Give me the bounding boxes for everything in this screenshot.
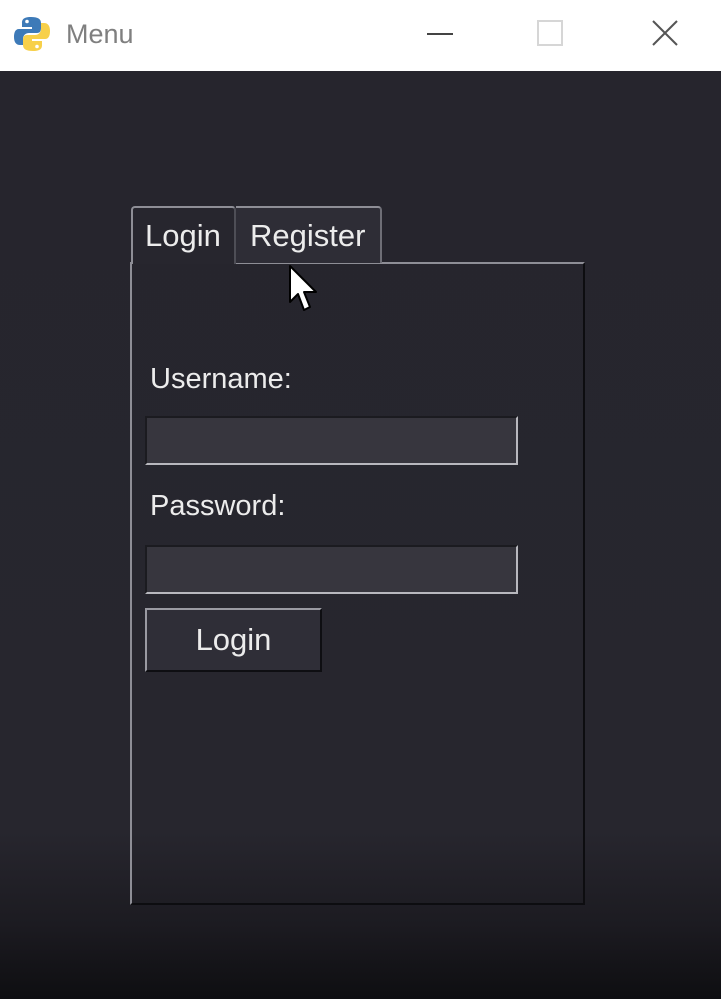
minimize-icon xyxy=(427,33,453,35)
maximize-icon xyxy=(537,20,563,46)
tab-login-label: Login xyxy=(145,218,221,253)
python-logo-icon xyxy=(14,17,50,51)
minimize-button[interactable] xyxy=(385,0,495,71)
window-title: Menu xyxy=(66,19,134,49)
close-icon xyxy=(652,20,678,46)
app-window: Menu Login Register Username: Password: … xyxy=(0,0,721,999)
tab-register-label: Register xyxy=(250,218,366,253)
login-tab-panel xyxy=(130,262,585,905)
maximize-button[interactable] xyxy=(495,0,605,71)
close-button[interactable] xyxy=(608,0,718,71)
title-bar[interactable]: Menu xyxy=(0,0,721,71)
tab-login[interactable]: Login xyxy=(131,206,236,264)
tab-register[interactable]: Register xyxy=(236,206,382,263)
